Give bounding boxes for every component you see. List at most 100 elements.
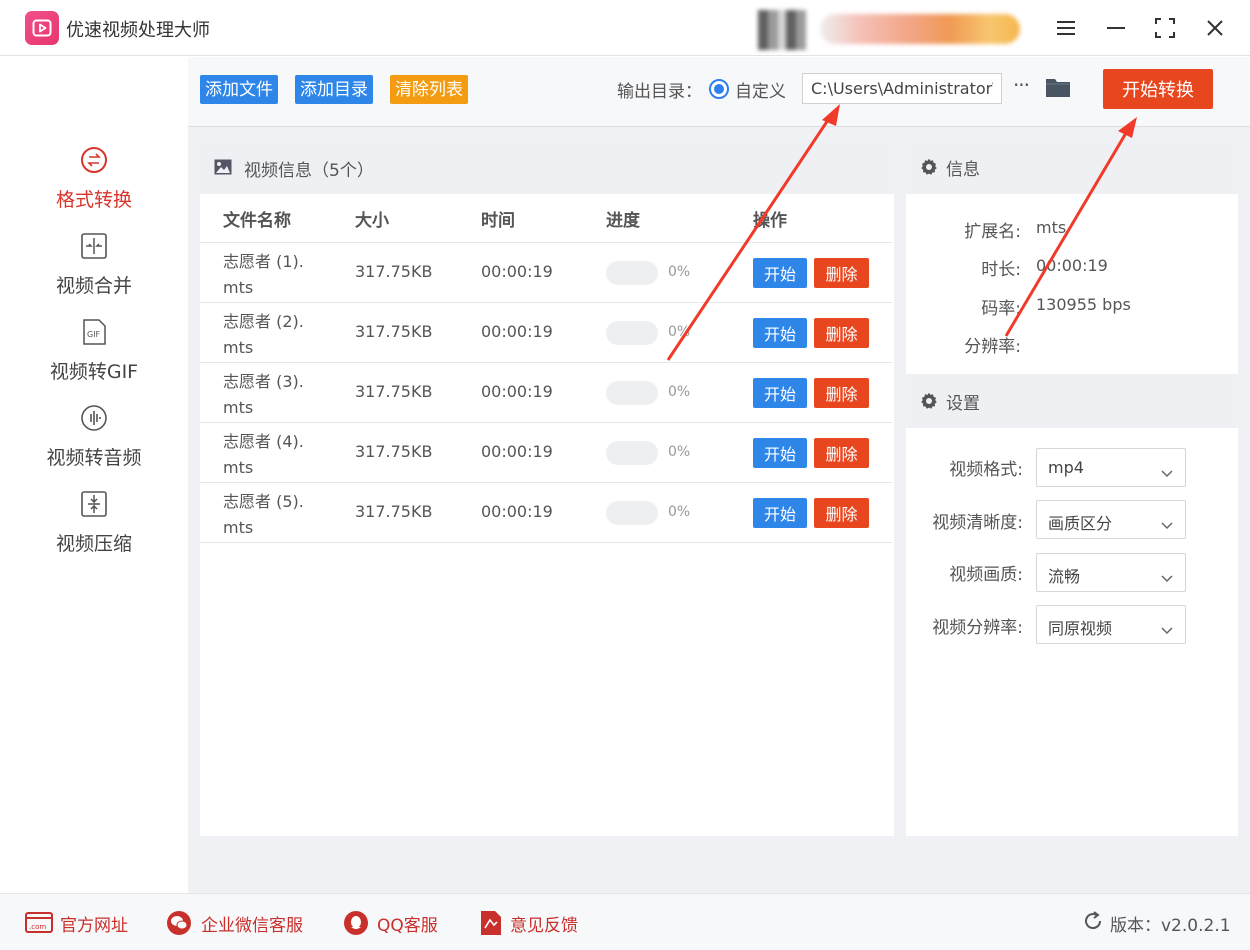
progress-percent: 0% bbox=[668, 444, 691, 460]
file-size: 317.75KB bbox=[355, 322, 433, 341]
clear-list-button[interactable]: 清除列表 bbox=[390, 75, 468, 104]
user-avatar[interactable] bbox=[758, 10, 806, 50]
video-list-header: 视频信息（5个） bbox=[200, 140, 894, 194]
row-delete-button[interactable]: 删除 bbox=[814, 318, 869, 348]
folder-icon[interactable] bbox=[1045, 76, 1073, 100]
sidebar-item-gif[interactable]: GIF 视频转GIF bbox=[0, 317, 188, 397]
settings-title: 设置 bbox=[946, 394, 980, 414]
chevron-down-icon bbox=[1161, 620, 1173, 639]
sidebar-item-label: 视频转音频 bbox=[46, 447, 142, 469]
wechat-service-link[interactable]: 企业微信客服 bbox=[166, 910, 316, 936]
row-delete-button[interactable]: 删除 bbox=[814, 378, 869, 408]
maximize-icon[interactable] bbox=[1149, 12, 1181, 44]
feedback-link[interactable]: 意见反馈 bbox=[480, 910, 590, 936]
table-row[interactable]: 志愿者 (2). mts 317.75KB 00:00:19 0% 开始 删除 bbox=[200, 302, 892, 362]
app-logo-icon bbox=[25, 11, 59, 45]
output-dir-label: 输出目录： bbox=[617, 82, 702, 102]
footer: .com 官方网址 企业微信客服 QQ客服 意见反馈 版本：v2.0.2.1 bbox=[0, 893, 1250, 950]
row-start-button[interactable]: 开始 bbox=[753, 258, 807, 288]
progress-bar bbox=[606, 261, 658, 285]
file-name: 志愿者 (1). mts bbox=[223, 252, 304, 297]
close-icon[interactable] bbox=[1199, 12, 1231, 44]
minimize-icon[interactable] bbox=[1100, 12, 1132, 44]
format-convert-icon bbox=[79, 145, 109, 175]
custom-dir-radio[interactable] bbox=[709, 79, 729, 99]
feedback-icon bbox=[480, 910, 502, 940]
progress-bar bbox=[606, 441, 658, 465]
sidebar-item-audio[interactable]: 视频转音频 bbox=[0, 403, 188, 483]
file-name: 志愿者 (3). mts bbox=[223, 372, 304, 417]
version-info[interactable]: 版本：v2.0.2.1 bbox=[1082, 910, 1231, 936]
sidebar-item-compress[interactable]: 视频压缩 bbox=[0, 489, 188, 569]
row-start-button[interactable]: 开始 bbox=[753, 318, 807, 348]
file-duration: 00:00:19 bbox=[481, 382, 553, 401]
table-row[interactable]: 志愿者 (5). mts 317.75KB 00:00:19 0% 开始 删除 bbox=[200, 482, 892, 542]
progress-percent: 0% bbox=[668, 384, 691, 400]
progress-bar bbox=[606, 321, 658, 345]
table-row[interactable]: 志愿者 (3). mts 317.75KB 00:00:19 0% 开始 删除 bbox=[200, 362, 892, 422]
version-text: 版本：v2.0.2.1 bbox=[1110, 916, 1231, 936]
sidebar-item-label: 格式转换 bbox=[55, 189, 132, 211]
file-name: 志愿者 (4). mts bbox=[223, 432, 304, 477]
select-value: 画质区分 bbox=[1048, 514, 1113, 533]
table-row[interactable]: 志愿者 (4). mts 317.75KB 00:00:19 0% 开始 删除 bbox=[200, 422, 892, 482]
sidebar-item-label: 视频合并 bbox=[55, 275, 132, 297]
video-resolution-select[interactable]: 同原视频 bbox=[1036, 605, 1186, 644]
row-delete-button[interactable]: 删除 bbox=[814, 258, 869, 288]
row-start-button[interactable]: 开始 bbox=[753, 438, 807, 468]
column-header-size: 大小 bbox=[355, 211, 389, 231]
app-title: 优速视频处理大师 bbox=[66, 20, 210, 41]
output-path-input[interactable] bbox=[802, 73, 1002, 104]
file-duration: 00:00:19 bbox=[481, 262, 553, 281]
video-quality-select[interactable]: 流畅 bbox=[1036, 553, 1186, 592]
duration-value: 00:00:19 bbox=[1036, 256, 1108, 275]
sidebar-item-format-convert[interactable]: 格式转换 bbox=[0, 145, 188, 225]
video-format-select[interactable]: mp4 bbox=[1036, 448, 1186, 487]
add-file-button[interactable]: 添加文件 bbox=[200, 75, 278, 104]
start-convert-button[interactable]: 开始转换 bbox=[1103, 69, 1213, 109]
table-row[interactable]: 志愿者 (1). mts 317.75KB 00:00:19 0% 开始 删除 bbox=[200, 242, 892, 302]
info-title: 信息 bbox=[946, 160, 980, 180]
main-area: 添加文件 添加目录 清除列表 输出目录： 自定义 ··· 开始转换 视频信息（5… bbox=[188, 57, 1250, 893]
table-bottom-divider bbox=[200, 542, 892, 543]
info-panel: 信息 扩展名: mts 时长: 00:00:19 码率: 130955 bps … bbox=[906, 140, 1238, 836]
chevron-down-icon bbox=[1161, 568, 1173, 587]
progress-percent: 0% bbox=[668, 504, 691, 520]
row-start-button[interactable]: 开始 bbox=[753, 498, 807, 528]
sidebar: 格式转换 视频合并 GIF 视频转GIF 视频转音频 视频压缩 bbox=[0, 57, 188, 893]
audio-icon bbox=[79, 403, 109, 433]
column-header-time: 时间 bbox=[481, 211, 515, 231]
custom-dir-radio-label[interactable]: 自定义 bbox=[735, 77, 786, 102]
user-name-blurred[interactable] bbox=[820, 14, 1020, 44]
file-name: 志愿者 (2). mts bbox=[223, 312, 304, 357]
qq-service-link[interactable]: QQ客服 bbox=[342, 910, 452, 936]
video-clarity-label: 视频清晰度: bbox=[932, 513, 1023, 533]
video-resolution-label: 视频分辨率: bbox=[932, 618, 1023, 638]
image-icon bbox=[214, 159, 232, 179]
select-value: 流畅 bbox=[1048, 567, 1081, 586]
website-link[interactable]: .com 官方网址 bbox=[25, 910, 135, 936]
file-size: 317.75KB bbox=[355, 262, 433, 281]
file-size: 317.75KB bbox=[355, 442, 433, 461]
menu-icon[interactable] bbox=[1050, 12, 1082, 44]
sidebar-item-merge[interactable]: 视频合并 bbox=[0, 231, 188, 311]
website-icon: .com bbox=[25, 910, 53, 938]
bitrate-label: 码率: bbox=[981, 299, 1021, 319]
file-duration: 00:00:19 bbox=[481, 502, 553, 521]
row-delete-button[interactable]: 删除 bbox=[814, 438, 869, 468]
select-value: mp4 bbox=[1048, 458, 1084, 477]
video-format-label: 视频格式: bbox=[949, 460, 1023, 480]
video-clarity-select[interactable]: 画质区分 bbox=[1036, 500, 1186, 539]
more-options-button[interactable]: ··· bbox=[1010, 73, 1032, 103]
ext-label: 扩展名: bbox=[964, 222, 1021, 242]
select-value: 同原视频 bbox=[1048, 619, 1113, 638]
gear-icon bbox=[920, 158, 938, 180]
row-delete-button[interactable]: 删除 bbox=[814, 498, 869, 528]
row-start-button[interactable]: 开始 bbox=[753, 378, 807, 408]
toolbar: 添加文件 添加目录 清除列表 输出目录： 自定义 ··· 开始转换 bbox=[188, 57, 1250, 127]
add-directory-button[interactable]: 添加目录 bbox=[295, 75, 373, 104]
gif-icon: GIF bbox=[79, 317, 109, 347]
wechat-icon bbox=[166, 910, 194, 940]
column-header-actions: 操作 bbox=[753, 211, 787, 231]
column-header-progress: 进度 bbox=[606, 211, 640, 231]
